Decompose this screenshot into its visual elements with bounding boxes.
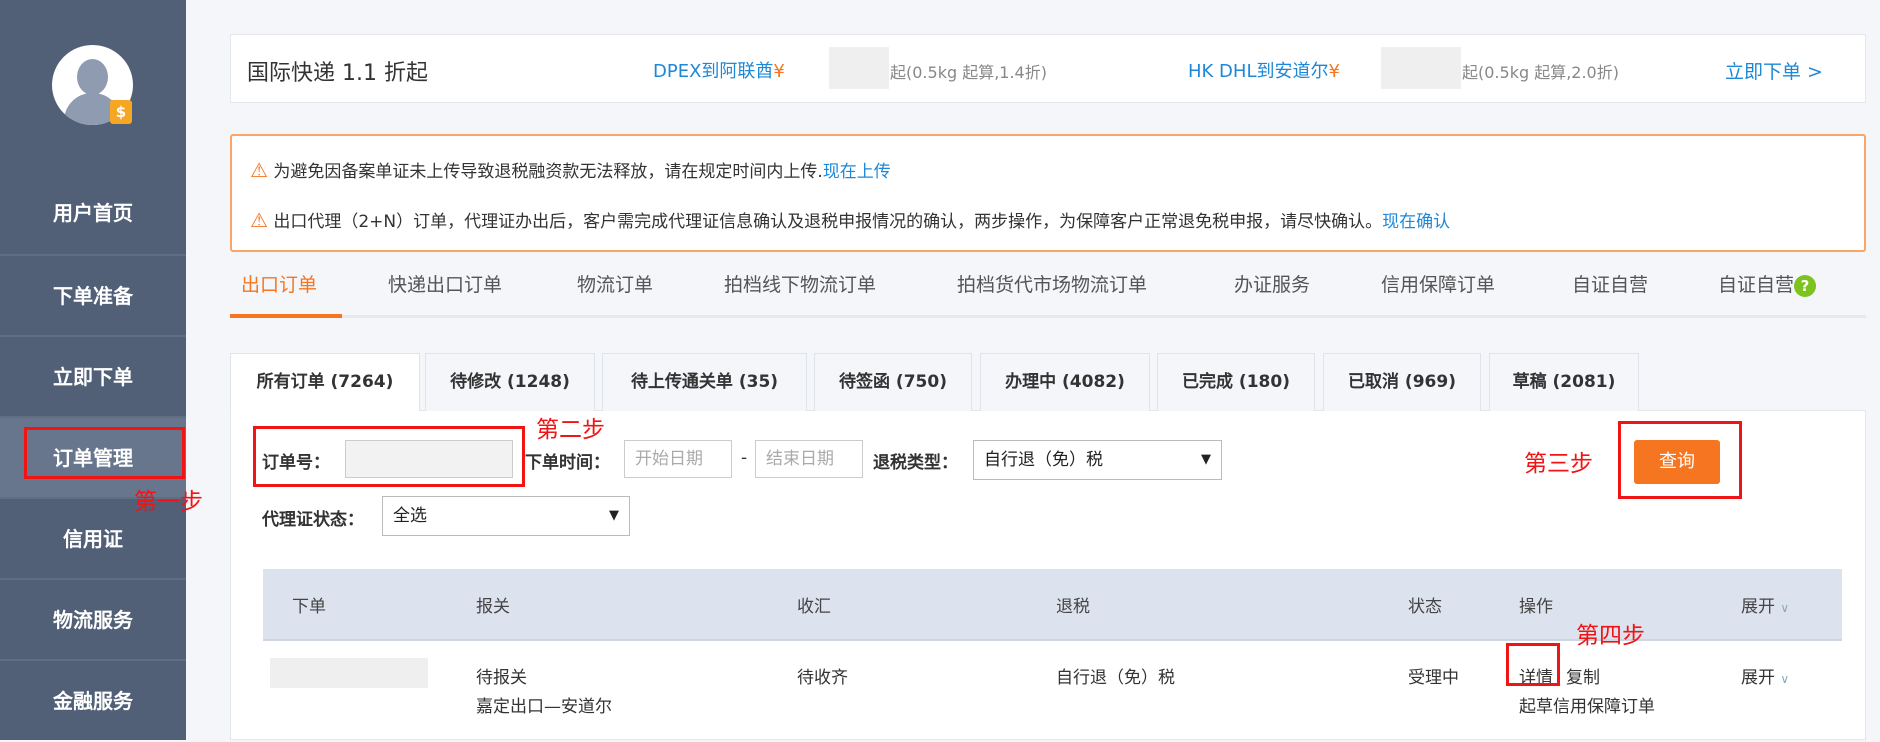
customs-route: 嘉定出口—安道尔 (476, 697, 612, 717)
step1-annotation: 第一步 (134, 489, 203, 515)
warning-icon: ⚠ (250, 208, 268, 232)
tax-refund-type: 自行退（免）税 (1056, 668, 1175, 688)
col-tax-refund: 退税 (1056, 597, 1090, 617)
sidebar-item-order-prep[interactable]: 下单准备 (0, 254, 186, 335)
col-status: 状态 (1408, 597, 1442, 617)
offer-note: 起(0.5kg 起算,1.4折) (890, 63, 1047, 82)
tab-self-cert-2[interactable]: 自证自营? (1718, 270, 1817, 297)
tab-offline-logistics[interactable]: 拍档线下物流订单 (724, 270, 876, 297)
sidebar-item-place-order[interactable]: 立即下单 (0, 335, 186, 416)
date-separator: - (741, 448, 748, 468)
tab-certificate-service[interactable]: 办证服务 (1234, 270, 1310, 297)
vip-badge-icon: $ (110, 100, 132, 124)
redacted-price (1381, 47, 1461, 89)
tab-credit-guarantee[interactable]: 信用保障订单 (1381, 270, 1495, 297)
offer-note: 起(0.5kg 起算,2.0折) (1462, 63, 1619, 82)
sidebar-item-logistics[interactable]: 物流服务 (0, 578, 186, 659)
step4-annotation: 第四步 (1576, 623, 1645, 649)
select-value: 自行退（免）税 (984, 450, 1103, 470)
alert-line: ⚠ 为避免因备案单证未上传导致退税融资款无法释放，请在规定时间内上传.现在上传 (250, 157, 891, 182)
redacted-price (829, 47, 889, 89)
tab-self-cert-1[interactable]: 自证自营 (1572, 270, 1648, 297)
subtab-cancelled[interactable]: 已取消 (969) (1323, 353, 1481, 411)
alert-line: ⚠ 出口代理（2+N）订单，代理证办出后，客户需完成代理证信息确认及退税申报情况… (250, 207, 1450, 232)
step3-annotation: 第三步 (1524, 451, 1593, 477)
sidebar: $ 用户首页 下单准备 立即下单 订单管理 信用证 物流服务 金融服务 (0, 0, 186, 740)
expand-label: 展开 (1741, 668, 1775, 688)
banner-title: 国际快递 1.1 折起 (247, 61, 428, 86)
avatar-head-icon (77, 59, 108, 95)
subtab-drafts[interactable]: 草稿 (2081) (1489, 353, 1639, 411)
step2-annotation: 第二步 (536, 417, 605, 443)
redacted-order-id (270, 658, 428, 688)
tab-logistics[interactable]: 物流订单 (577, 270, 653, 297)
draft-credit-guarantee-link[interactable]: 起草信用保障订单 (1519, 692, 1655, 717)
step2-highlight (253, 426, 525, 487)
remittance-status: 待收齐 (797, 668, 848, 688)
chevron-down-icon: ∨ (1780, 601, 1790, 615)
subtab-to-upload[interactable]: 待上传通关单 (35) (602, 353, 807, 411)
alert-text: 出口代理（2+N）订单，代理证办出后，客户需完成代理证信息确认及退税申报情况的确… (273, 212, 1383, 232)
step3-highlight (1618, 421, 1742, 499)
end-date-input[interactable]: 结束日期 (755, 440, 863, 478)
offer-route: DPEX到阿联酋 (653, 61, 774, 82)
order-status: 受理中 (1408, 668, 1459, 688)
tax-type-label: 退税类型： (873, 453, 958, 473)
dropdown-arrow-icon: ▼ (609, 508, 619, 523)
subtab-completed[interactable]: 已完成 (180) (1157, 353, 1315, 411)
col-customs: 报关 (476, 597, 510, 617)
confirm-now-link[interactable]: 现在确认 (1382, 212, 1450, 232)
expand-all-toggle[interactable]: 展开 ∨ (1741, 592, 1789, 617)
offer-route: HK DHL到安道尔 (1188, 61, 1329, 82)
col-order: 下单 (292, 597, 326, 617)
dropdown-arrow-icon: ▼ (1201, 452, 1211, 467)
col-actions: 操作 (1519, 597, 1553, 617)
select-value: 全选 (393, 506, 427, 526)
start-date-input[interactable]: 开始日期 (624, 440, 732, 478)
step1-highlight (24, 427, 185, 479)
tab-label: 自证自营 (1718, 274, 1795, 296)
sidebar-item-finance[interactable]: 金融服务 (0, 659, 186, 740)
subtab-to-modify[interactable]: 待修改 (1248) (425, 353, 595, 411)
subtab-to-sign[interactable]: 待签函 (750) (814, 353, 972, 411)
expand-label: 展开 (1741, 597, 1775, 617)
proxy-status-label: 代理证状态： (262, 510, 364, 530)
table-row: 待报关 嘉定出口—安道尔 待收齐 自行退（免）税 受理中 详情 | 复制 起草信… (263, 641, 1842, 740)
promo-banner: 国际快递 1.1 折起 DPEX到阿联酋¥ 起(0.5kg 起算,1.4折) H… (230, 34, 1866, 103)
tab-forwarder-logistics[interactable]: 拍档货代市场物流订单 (957, 270, 1147, 297)
currency-symbol: ¥ (773, 61, 785, 82)
offer-dpex[interactable]: DPEX到阿联酋¥ (653, 57, 785, 83)
tax-type-select[interactable]: 自行退（免）税 ▼ (973, 440, 1222, 480)
upload-now-link[interactable]: 现在上传 (823, 162, 891, 182)
offer-hk-dhl[interactable]: HK DHL到安道尔¥ (1188, 57, 1340, 83)
warning-icon: ⚠ (250, 158, 268, 182)
tab-export-orders[interactable]: 出口订单 (241, 270, 317, 297)
col-remittance: 收汇 (797, 597, 831, 617)
chevron-down-icon: ∨ (1780, 672, 1790, 686)
row-expand-toggle[interactable]: 展开 ∨ (1741, 663, 1789, 688)
customs-status: 待报关 (476, 668, 527, 688)
sidebar-item-home[interactable]: 用户首页 (0, 173, 186, 254)
order-date-label: 下单时间： (525, 453, 610, 473)
proxy-status-select[interactable]: 全选 ▼ (382, 496, 630, 536)
step4-highlight (1506, 643, 1560, 686)
subtab-in-progress[interactable]: 办理中 (4082) (980, 353, 1150, 411)
currency-symbol: ¥ (1328, 61, 1340, 82)
active-tab-underline (230, 314, 342, 318)
tab-divider (230, 315, 1866, 318)
alert-box: ⚠ 为避免因备案单证未上传导致退税融资款无法释放，请在规定时间内上传.现在上传 … (230, 134, 1866, 252)
alert-text: 为避免因备案单证未上传导致退税融资款无法释放，请在规定时间内上传. (273, 162, 823, 182)
order-now-link[interactable]: 立即下单 > (1725, 57, 1823, 84)
help-icon[interactable]: ? (1794, 275, 1817, 297)
copy-link[interactable]: 复制 (1566, 663, 1600, 688)
tab-express-export[interactable]: 快递出口订单 (388, 270, 502, 297)
subtab-all[interactable]: 所有订单 (7264) (230, 353, 420, 411)
